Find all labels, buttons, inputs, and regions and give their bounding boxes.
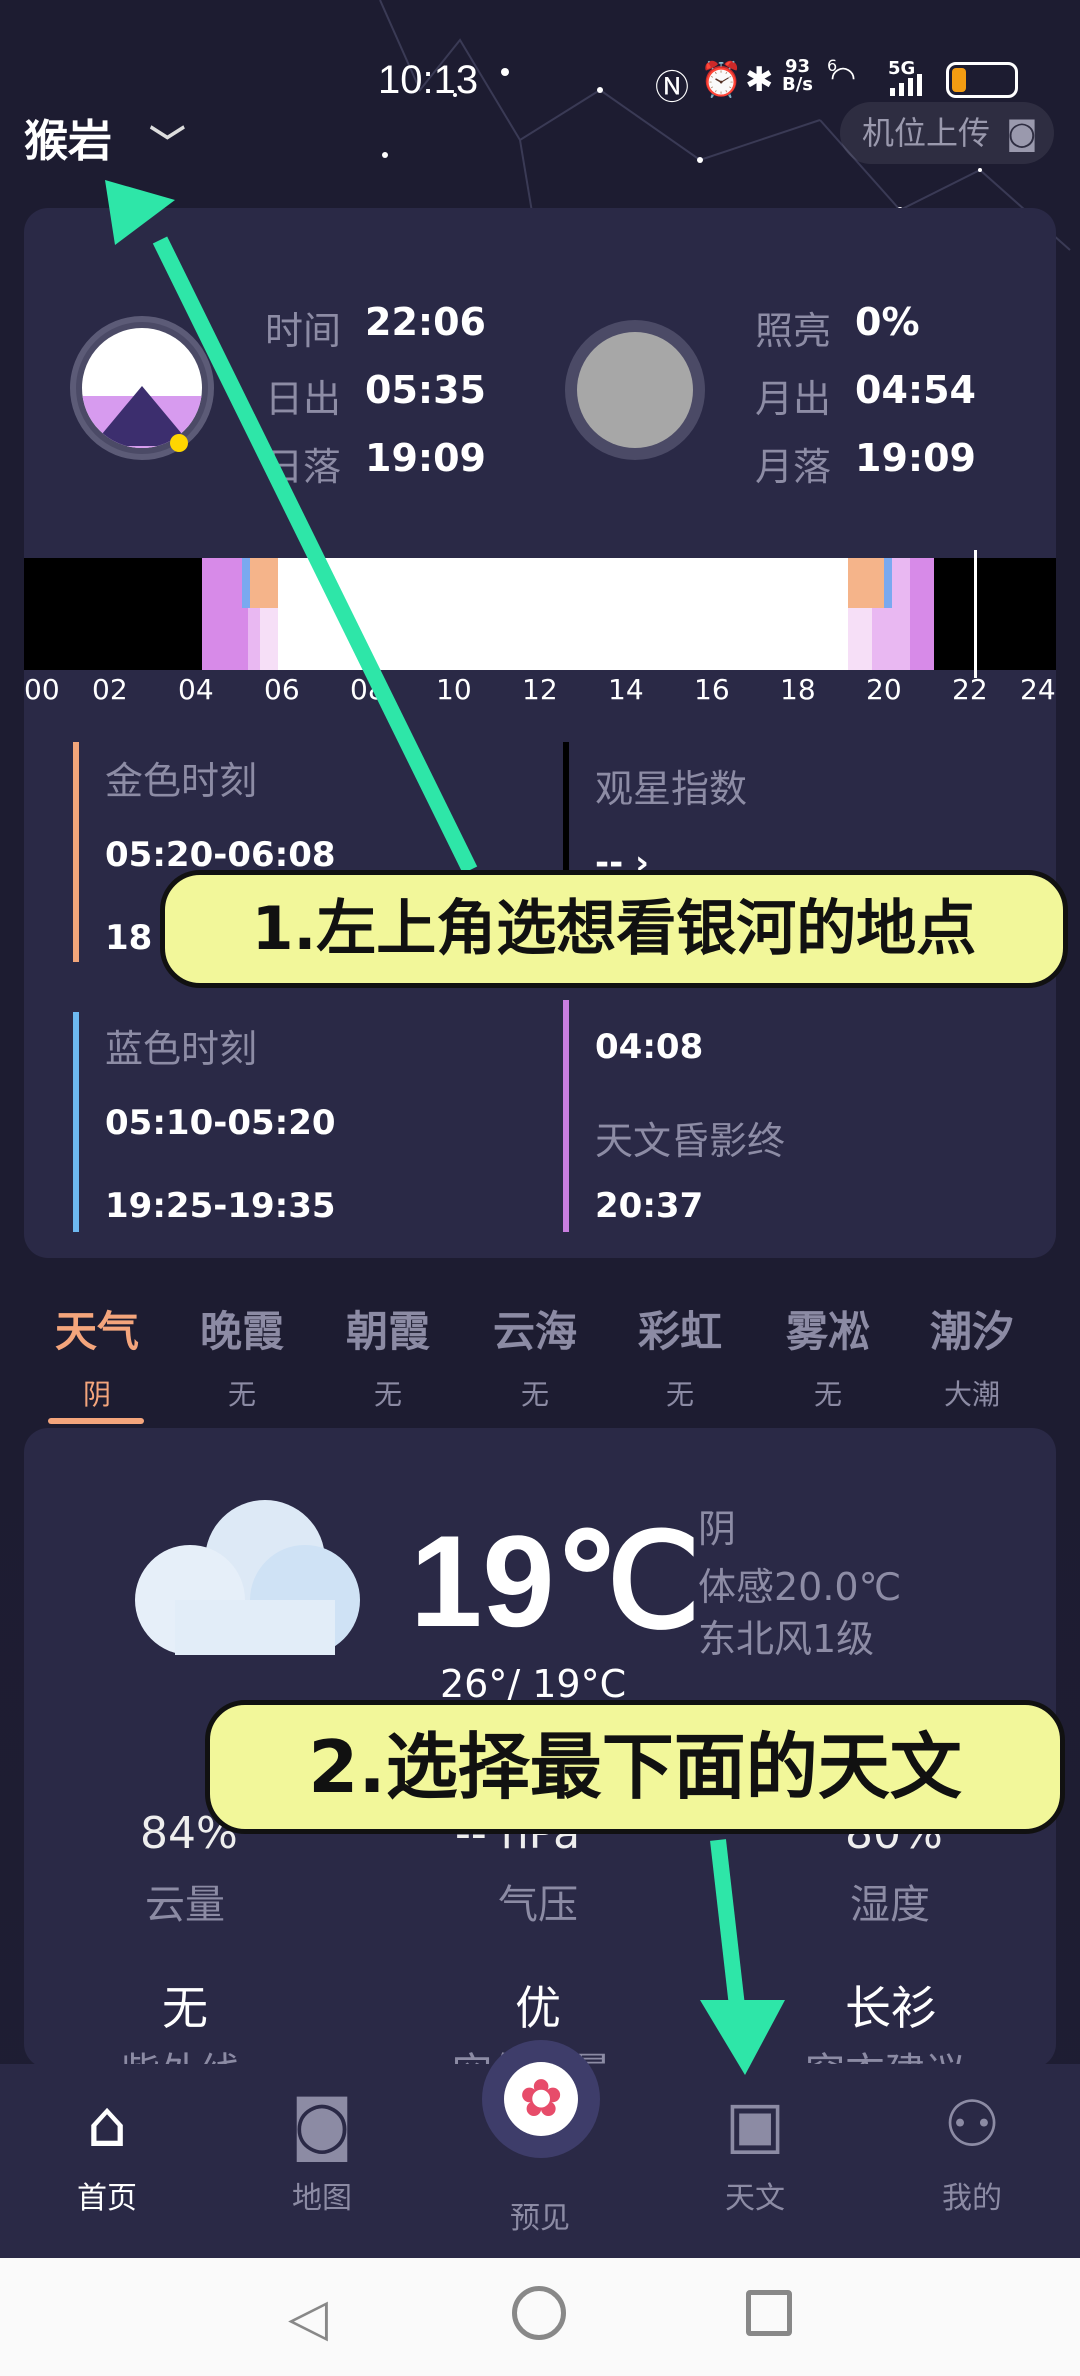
- annotation-1-text: 1.左上角选想看银河的地点: [251, 894, 977, 964]
- nav-label: 天文: [725, 2181, 785, 2216]
- preview-icon: [465, 2105, 615, 2185]
- arrow-2-line: [710, 1839, 746, 2016]
- arrow-2-head: [700, 2000, 785, 2075]
- nav-item-1[interactable]: ◙ 地图: [247, 2085, 397, 2217]
- nav-item-3[interactable]: ▣ 天文: [680, 2085, 830, 2217]
- nav-item-4[interactable]: ⚇ 我的: [897, 2085, 1047, 2217]
- back-icon[interactable]: ◁: [288, 2288, 328, 2348]
- nav-item-2[interactable]: 预见: [465, 2105, 615, 2237]
- arrow-1-line: [152, 236, 478, 874]
- nav-label: 地图: [292, 2181, 352, 2216]
- nav-item-0[interactable]: ⌂ 首页: [32, 2085, 182, 2217]
- home-icon[interactable]: [512, 2286, 566, 2340]
- nav-label: 预见: [510, 2201, 570, 2236]
- recents-icon[interactable]: [746, 2290, 792, 2336]
- annotation-bubble-2: 2.选择最下面的天文: [205, 1700, 1065, 1834]
- arrow-1-head: [105, 180, 175, 245]
- nav-label: 首页: [77, 2181, 137, 2216]
- system-nav-bar: ◁: [0, 2258, 1080, 2376]
- nav-label: 我的: [942, 2181, 1002, 2216]
- annotation-2-text: 2.选择最下面的天文: [308, 1725, 962, 1809]
- annotation-bubble-1: 1.左上角选想看银河的地点: [160, 870, 1068, 988]
